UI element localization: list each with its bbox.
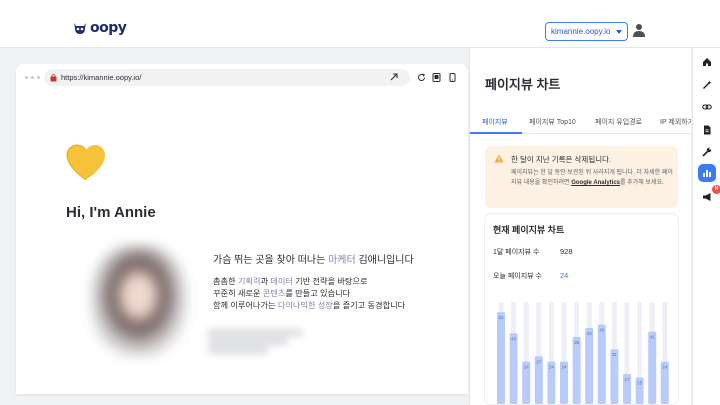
pageview-panel: 페이지뷰 차트 페이지뷰 페이지뷰 Top10 페이지 유입경로 IP 제외하기…	[469, 48, 691, 405]
notice-box: 한 달이 지난 기록은 삭제됩니다. 페이지뷰는 한 달 동안 보관된 뒤 사라…	[485, 146, 678, 208]
panel-title: 페이지뷰 차트	[485, 77, 561, 92]
rail-home-button[interactable]	[698, 53, 716, 71]
blurred-content	[208, 326, 303, 356]
site-favicon-icon	[50, 73, 57, 82]
site-preview-browser: https://kimannie.oopy.io/ Hi, I'm Annie …	[16, 64, 468, 394]
today-pageview-label: 오늘 페이지뷰 수	[493, 273, 542, 280]
pageview-chart-card: 현재 페이지뷰 차트 1달 페이지뷰 수 928 오늘 페이지뷰 수 24 52…	[485, 214, 678, 404]
mobile-view-icon[interactable]	[448, 73, 457, 82]
today-pageview-value: 24	[560, 271, 569, 280]
chart-bar[interactable]	[585, 327, 594, 404]
oopy-logo[interactable]: oopy	[72, 20, 127, 36]
rail-link-button[interactable]	[698, 98, 716, 116]
tab-exclude-ip[interactable]: IP 제외하기	[660, 117, 691, 127]
right-icon-rail: N	[692, 48, 720, 405]
chart-bar-label: 43	[587, 331, 593, 336]
chart-bar[interactable]	[597, 324, 606, 404]
user-icon[interactable]	[632, 23, 646, 37]
chart-bar[interactable]	[497, 312, 505, 404]
notice-body: 페이지뷰는 한 달 동안 보관된 뒤 사라지게 됩니다. 더 자세한 페이지뷰 …	[511, 170, 673, 186]
chart-bar[interactable]	[610, 349, 619, 404]
chart-bar[interactable]	[648, 331, 657, 404]
site-selector[interactable]: kimannie.oopy.io	[545, 22, 628, 41]
chevron-down-icon	[616, 30, 622, 34]
browser-toolbar: https://kimannie.oopy.io/	[16, 64, 468, 90]
logo-mark-icon	[74, 23, 86, 34]
magic-wand-icon	[703, 80, 712, 89]
chart-bar[interactable]	[572, 336, 581, 404]
home-icon	[703, 58, 711, 66]
chart-bar-label: 41	[650, 335, 656, 340]
page-intro-text: 촘촘한 기획력과 데이터 기반 전략을 바탕으로 꾸준히 새로운 콘텐츠를 만들…	[213, 277, 406, 310]
card-title: 현재 페이지뷰 차트	[493, 225, 565, 235]
warning-icon	[494, 154, 504, 163]
chart-bar-label: 40	[511, 336, 517, 341]
pageview-bar-chart: 52 40 24 27 24 24 38 43 45 31 17 15 41 24	[497, 302, 669, 404]
chart-bar-label: 52	[498, 315, 504, 320]
rail-magic-button[interactable]	[698, 76, 716, 94]
chart-bar-label: 15	[637, 380, 643, 385]
rail-announce-button[interactable]: N	[698, 185, 720, 206]
notice-title: 한 달이 지난 기록은 삭제됩니다.	[511, 155, 612, 164]
yellow-heart-icon	[66, 144, 105, 181]
chart-bar-label: 24	[561, 365, 567, 370]
url-text: https://kimannie.oopy.io/	[61, 73, 142, 82]
window-dots-icon	[25, 76, 40, 79]
wrench-icon	[702, 147, 712, 157]
site-selector-value: kimannie.oopy.io	[551, 27, 611, 36]
rail-tools-button[interactable]	[698, 143, 716, 161]
rail-analytics-button[interactable]	[698, 164, 716, 182]
page-heading: Hi, I'm Annie	[66, 204, 156, 221]
page-tagline: 가슴 뛰는 곳을 찾아 떠나는 마케터 김애니입니다	[213, 255, 414, 266]
tab-pageview-top10[interactable]: 페이지뷰 Top10	[529, 117, 576, 127]
chart-bar-label: 24	[524, 365, 530, 370]
chart-bar-label: 24	[662, 365, 668, 370]
active-tab-indicator	[470, 132, 522, 134]
chart-bar-label: 27	[536, 359, 542, 364]
logo-text: oopy	[90, 20, 127, 36]
chart-bar-label: 31	[612, 352, 618, 357]
document-icon	[704, 125, 711, 135]
new-badge: N	[712, 185, 720, 194]
open-external-icon[interactable]	[389, 72, 399, 82]
monthly-pageview-label: 1달 페이지뷰 수	[493, 249, 540, 256]
monthly-pageview-value: 928	[560, 247, 573, 256]
megaphone-icon	[703, 193, 711, 201]
google-analytics-link[interactable]: Google Analytics	[571, 180, 620, 186]
chart-bar-label: 24	[549, 365, 555, 370]
refresh-icon[interactable]	[417, 73, 426, 82]
chart-bar[interactable]	[509, 333, 518, 404]
panel-tabs: 페이지뷰 페이지뷰 Top10 페이지 유입경로 IP 제외하기	[470, 110, 691, 134]
bar-chart-icon	[703, 170, 711, 177]
chart-bar-label: 38	[574, 340, 580, 345]
profile-photo	[91, 246, 186, 356]
chart-bar-label: 17	[624, 377, 630, 382]
tab-pageview[interactable]: 페이지뷰	[482, 117, 508, 127]
tablet-view-icon[interactable]	[432, 73, 441, 82]
rail-document-button[interactable]	[698, 121, 716, 139]
top-bar: oopy kimannie.oopy.io	[0, 0, 720, 48]
address-bar[interactable]: https://kimannie.oopy.io/	[44, 69, 410, 86]
tab-referrer[interactable]: 페이지 유입경로	[595, 117, 642, 127]
chart-bar-label: 45	[599, 327, 605, 332]
link-icon	[702, 104, 712, 110]
